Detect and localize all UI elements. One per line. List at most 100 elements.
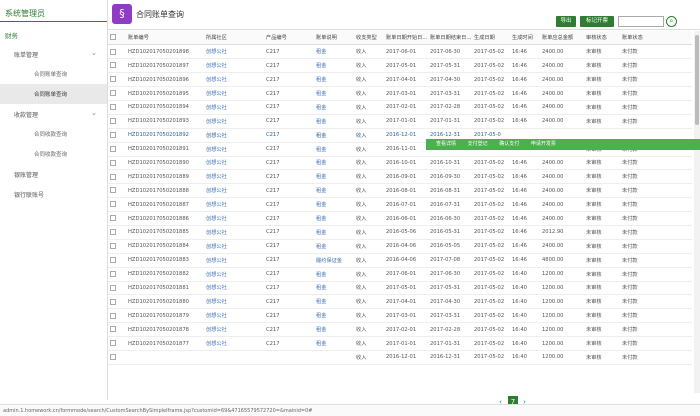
row-checkbox[interactable] (110, 312, 116, 319)
row-select-cell[interactable] (108, 128, 126, 143)
table-row[interactable]: HZD102017050201895 创想公社 C217 租金 收入 2017-03-01… (108, 86, 692, 101)
row-checkbox[interactable] (110, 229, 116, 236)
table-row[interactable]: HZD102017050201884 创想公社 C217 租金 收入 2016-04-06… (108, 239, 692, 254)
column-header[interactable]: 账单编号 (126, 31, 204, 46)
row-select-cell[interactable] (108, 156, 126, 171)
row-select-cell[interactable] (108, 239, 126, 254)
sidebar-item-bank-management[interactable]: 银账管理 (0, 164, 107, 184)
row-select-cell[interactable] (108, 350, 126, 365)
sidebar-item-bill-query-active[interactable]: 合同账单查询 (0, 84, 107, 104)
select-all-cell[interactable] (108, 31, 126, 46)
row-checkbox[interactable] (110, 90, 116, 97)
row-select-cell[interactable] (108, 114, 126, 129)
column-header[interactable]: 审核状态 (584, 31, 620, 46)
table-row[interactable]: HZD102017050201896 创想公社 C217 租金 收入 2017-04-01… (108, 72, 692, 88)
row-checkbox[interactable] (110, 159, 116, 166)
row-select-cell[interactable] (108, 322, 126, 338)
sidebar-item-bill-query-1[interactable]: 合同账单查询 (0, 64, 107, 84)
column-header[interactable]: 生成日期 (472, 31, 510, 46)
row-select-cell[interactable] (108, 253, 126, 268)
row-checkbox[interactable] (110, 187, 116, 194)
table-row[interactable]: HZD102017050201886 创想公社 C217 租金 收入 2016-06-01… (108, 211, 692, 226)
sidebar-section-finance[interactable]: 财务 (0, 22, 107, 44)
column-header[interactable]: 账单日期结束日... (428, 31, 472, 46)
table-row[interactable]: HZD102017050201878 创想公社 C217 租金 收入 2017-02-01… (108, 322, 692, 338)
row-checkbox[interactable] (110, 298, 116, 305)
row-checkbox[interactable] (110, 326, 116, 333)
vertical-scrollbar[interactable] (694, 31, 700, 393)
column-header[interactable]: 生成时间 (510, 31, 540, 46)
row-select-cell[interactable] (108, 267, 126, 282)
payment-register-action[interactable]: 支付登记 (468, 141, 488, 147)
column-header[interactable]: 账单应总金额 (540, 31, 584, 46)
row-select-cell[interactable] (108, 308, 126, 324)
row-select-cell[interactable] (108, 44, 126, 60)
row-checkbox[interactable] (110, 340, 116, 347)
search-icon[interactable]: ⌕ (666, 16, 677, 27)
row-checkbox[interactable] (110, 201, 116, 208)
row-select-cell[interactable] (108, 183, 126, 199)
row-checkbox[interactable] (110, 243, 116, 250)
row-checkbox[interactable] (110, 48, 116, 55)
scrollbar-thumb[interactable] (695, 35, 699, 125)
row-select-cell[interactable] (108, 294, 126, 310)
select-all-checkbox[interactable] (110, 34, 116, 41)
row-checkbox[interactable] (110, 215, 116, 222)
mark-invoice-button[interactable]: 标记开票 (580, 16, 614, 27)
column-header[interactable]: 产品编号 (264, 31, 314, 46)
table-row[interactable]: HZD102017050201880 创想公社 C217 租金 收入 2017-04-01… (108, 294, 692, 310)
row-select-cell[interactable] (108, 336, 126, 351)
row-select-cell[interactable] (108, 211, 126, 226)
row-select-cell[interactable] (108, 225, 126, 240)
search-input[interactable] (618, 16, 664, 27)
row-checkbox[interactable] (110, 284, 116, 291)
row-checkbox[interactable] (110, 354, 116, 361)
table-row[interactable]: HZD102017050201883 创想公社 C217 履约保证金 收入 2016-04… (108, 253, 692, 268)
request-invoice-action[interactable]: 申请开发票 (531, 141, 556, 147)
row-checkbox[interactable] (110, 145, 116, 152)
table-row[interactable]: HZD102017050201889 创想公社 C217 租金 收入 2016-09-01… (108, 169, 692, 185)
table-row[interactable]: 收入 2016-12-01 2016-12-31 2017-05-02 16:40 120… (108, 350, 692, 365)
row-select-cell[interactable] (108, 197, 126, 213)
row-checkbox[interactable] (110, 270, 116, 277)
column-header[interactable]: 收支类型 (354, 31, 384, 46)
row-select-cell[interactable] (108, 169, 126, 185)
table-row[interactable]: HZD102017050201877 创想公社 C217 租金 收入 2017-01-01… (108, 336, 692, 351)
table-row[interactable]: HZD102017050201882 创想公社 C217 租金 收入 2017-06-01… (108, 267, 692, 282)
row-select-cell[interactable] (108, 100, 126, 115)
table-row[interactable]: HZD102017050201898 创想公社 C217 租金 收入 2017-06-01… (108, 44, 692, 60)
table-row[interactable]: HZD102017050201881 创想公社 C217 租金 收入 2017-05-01… (108, 281, 692, 296)
table-row[interactable]: HZD102017050201888 创想公社 C217 租金 收入 2016-08-01… (108, 183, 692, 199)
sidebar-item-bank-accounts[interactable]: 银行联账号 (0, 184, 107, 204)
table-row[interactable]: HZD102017050201885 创想公社 C217 租金 收入 2016-05-06… (108, 225, 692, 240)
table-row[interactable]: HZD102017050201879 创想公社 C217 租金 收入 2017-03-01… (108, 308, 692, 324)
row-select-cell[interactable] (108, 86, 126, 101)
column-header[interactable]: 所属社区 (204, 31, 264, 46)
sidebar-item-receipt-query-1[interactable]: 合同收款查询 (0, 124, 107, 144)
column-header[interactable]: 账单说明 (314, 31, 354, 46)
row-checkbox[interactable] (110, 62, 116, 69)
sidebar-item-receipt-query-2[interactable]: 合同收款查询 (0, 144, 107, 164)
row-checkbox[interactable] (110, 173, 116, 180)
table-row[interactable]: HZD102017050201887 创想公社 C217 租金 收入 2016-07-01… (108, 197, 692, 213)
row-select-cell[interactable] (108, 142, 126, 157)
column-header[interactable]: 账单状态 (620, 31, 692, 46)
view-details-action[interactable]: 查看详情 (436, 141, 456, 147)
table-row[interactable]: HZD102017050201890 创想公社 C217 租金 收入 2016-10-01… (108, 156, 692, 171)
table-row[interactable]: HZD102017050201893 创想公社 C217 租金 收入 2017-01-01… (108, 114, 692, 129)
column-header[interactable]: 账单日期开始日... (384, 31, 428, 46)
row-select-cell[interactable] (108, 281, 126, 296)
row-checkbox[interactable] (110, 118, 116, 125)
sidebar-group-bills[interactable]: 账单管理 ⌄ (0, 44, 107, 64)
row-checkbox[interactable] (110, 104, 116, 111)
confirm-payment-action[interactable]: 确认支付 (499, 141, 519, 147)
export-button[interactable]: 导出 (556, 16, 576, 27)
table-row[interactable]: HZD102017050201894 创想公社 C217 租金 收入 2017-02-01… (108, 100, 692, 115)
row-checkbox[interactable] (110, 256, 116, 263)
table-row[interactable]: HZD102017050201897 创想公社 C217 租金 收入 2017-05-01… (108, 58, 692, 74)
row-select-cell[interactable] (108, 58, 126, 74)
sidebar-group-receipts[interactable]: 收款管理 ⌄ (0, 104, 107, 124)
row-checkbox[interactable] (110, 76, 116, 83)
row-select-cell[interactable] (108, 72, 126, 88)
row-checkbox[interactable] (110, 131, 116, 138)
